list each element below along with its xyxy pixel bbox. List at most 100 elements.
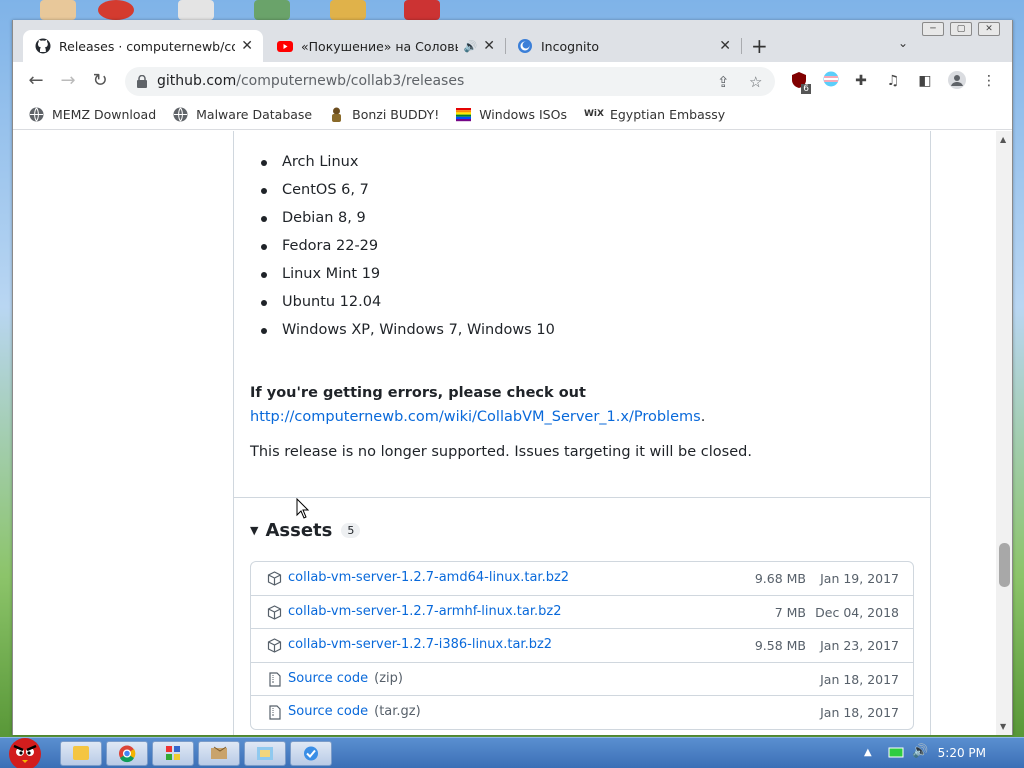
package-icon [267,604,282,620]
errors-text: If you're getting errors, please check o… [250,385,586,401]
taskbar-clock[interactable]: 5:20 PM [938,746,986,760]
profile-avatar-icon[interactable] [947,71,967,91]
chevron-down-icon[interactable]: ⌄ [898,36,908,50]
list-item: Debian 8, 9 [261,206,555,234]
bookmark-bonzi[interactable]: Bonzi BUDDY! [329,107,439,122]
url-text: github.com/computernewb/collab3/releases [157,73,464,89]
back-icon[interactable]: ← [25,70,47,92]
scroll-down-icon[interactable]: ▼ [1000,722,1006,731]
asset-link[interactable]: collab-vm-server-1.2.7-amd64-linux.tar.b… [288,570,569,585]
flag-extension-icon[interactable] [821,71,841,91]
start-button-icon[interactable] [0,730,50,768]
problems-link[interactable]: http://computernewb.com/wiki/CollabVM_Se… [250,409,701,425]
url-path: /computernewb/collab3/releases [236,73,465,89]
assets-list: collab-vm-server-1.2.7-amd64-linux.tar.b… [250,561,914,730]
asset-row: Source code (zip) Jan 18, 2017 [251,663,913,697]
period: . [700,409,706,425]
tab-releases[interactable]: Releases · computernewb/colla ✕ [23,30,263,62]
forward-icon[interactable]: → [57,70,79,92]
bookmark-memz[interactable]: MEMZ Download [29,107,156,122]
asset-link[interactable]: collab-vm-server-1.2.7-i386-linux.tar.bz… [288,637,552,652]
lock-icon [137,75,147,88]
media-control-icon[interactable]: ♫ [883,71,903,91]
extensions-puzzle-icon[interactable]: ✚ [851,71,871,91]
list-item: CentOS 6, 7 [261,178,555,206]
page-content: Arch Linux CentOS 6, 7 Debian 8, 9 Fedor… [13,131,997,735]
asset-link[interactable]: Source code (zip) [288,671,403,686]
list-item: Windows XP, Windows 7, Windows 10 [261,318,555,346]
assets-toggle[interactable]: ▼ Assets 5 [250,520,361,541]
taskbar-chrome[interactable] [106,741,148,766]
bookmark-malware-database[interactable]: Malware Database [173,107,312,122]
errors-paragraph: If you're getting errors, please check o… [250,381,705,429]
asset-name: Source code [288,704,369,720]
window-controls: ─ ▢ ✕ [922,22,1000,36]
close-tab-icon[interactable]: ✕ [483,38,495,54]
supported-os-list: Arch Linux CentOS 6, 7 Debian 8, 9 Fedor… [261,150,555,346]
speaker-icon[interactable]: 🔊 [464,40,478,53]
tab-title: Releases · computernewb/colla [59,38,236,54]
url-host: github.com [157,73,237,89]
scroll-up-icon[interactable]: ▲ [1000,135,1006,144]
network-icon[interactable] [888,746,904,760]
asset-name: Source code [288,670,369,686]
volume-icon[interactable]: 🔊 [912,744,928,759]
system-tray: ▲ 🔊 5:20 PM [844,738,1024,768]
mouse-cursor-icon [296,498,310,519]
asset-size: 9.68 MB [754,571,806,586]
bookmark-label: Windows ISOs [479,107,567,122]
toolbar: ← → ↻ github.com/computernewb/collab3/re… [13,62,1012,100]
taskbar-explorer[interactable] [60,741,102,766]
taskbar-app[interactable] [244,741,286,766]
asset-date: Jan 18, 2017 [820,671,899,687]
taskbar-app[interactable] [198,741,240,766]
reload-icon[interactable]: ↻ [89,70,111,92]
asset-row: collab-vm-server-1.2.7-i386-linux.tar.bz… [251,629,913,663]
desktop-icon [404,0,440,20]
close-tab-icon[interactable]: ✕ [241,38,253,54]
page-scrollbar[interactable]: ▲ ▼ [996,131,1012,735]
show-hidden-icons-icon[interactable]: ▲ [864,747,872,758]
tab-youtube[interactable]: «Покушение» на Соловь 🔊 ✕ [265,30,505,62]
bookmarks-bar: MEMZ Download Malware Database Bonzi BUD… [13,100,1012,130]
tab-title: Incognito [541,38,600,54]
bookmark-windows-isos[interactable]: Windows ISOs [456,107,567,122]
close-tab-icon[interactable]: ✕ [719,38,731,54]
menu-kebab-icon[interactable]: ⋮ [979,71,999,91]
tab-incognito[interactable]: Incognito ✕ [505,30,741,62]
taskbar-app[interactable] [152,741,194,766]
asset-ext: (zip) [374,670,403,686]
asset-size: 9.58 MB [754,638,806,654]
asset-name: collab-vm-server-1.2.7-i386-linux.tar.bz… [288,637,553,653]
github-icon [35,38,51,54]
asset-name: collab-vm-server-1.2.7-amd64-linux.tar.b… [288,570,570,585]
assets-title: Assets [265,520,333,541]
side-panel-icon[interactable]: ◧ [915,71,935,91]
tab-strip: ─ ▢ ✕ Releases · computernewb/colla ✕ «П… [13,20,1012,62]
list-item: Linux Mint 19 [261,262,555,290]
scrollbar-thumb[interactable] [999,543,1010,587]
wix-icon: WiX [583,109,604,119]
ublock-extension-icon[interactable]: 6 [789,71,811,94]
maximize-button[interactable]: ▢ [950,22,972,36]
unsupported-note: This release is no longer supported. Iss… [250,444,752,460]
asset-size: 7 MB [774,604,806,620]
asset-link[interactable]: collab-vm-server-1.2.7-armhf-linux.tar.b… [288,604,561,619]
desktop-icon [254,0,290,20]
close-window-button[interactable]: ✕ [978,22,1000,36]
bookmark-star-icon[interactable]: ☆ [749,73,762,91]
address-bar[interactable]: github.com/computernewb/collab3/releases… [125,67,775,96]
taskbar-app[interactable] [290,741,332,766]
globe-icon [173,107,188,122]
new-tab-icon[interactable]: + [751,34,768,58]
list-item: Arch Linux [261,150,555,178]
asset-link[interactable]: Source code (tar.gz) [288,704,421,719]
bookmark-egyptian-embassy[interactable]: WiX Egyptian Embassy [584,107,725,122]
list-item: Ubuntu 12.04 [261,290,555,318]
package-icon [267,638,282,653]
share-icon[interactable]: ⇪ [717,73,730,91]
bookmark-label: Egyptian Embassy [609,107,726,122]
bookmark-label: Malware Database [196,107,313,122]
minimize-button[interactable]: ─ [922,22,944,36]
file-zip-icon [269,672,281,687]
